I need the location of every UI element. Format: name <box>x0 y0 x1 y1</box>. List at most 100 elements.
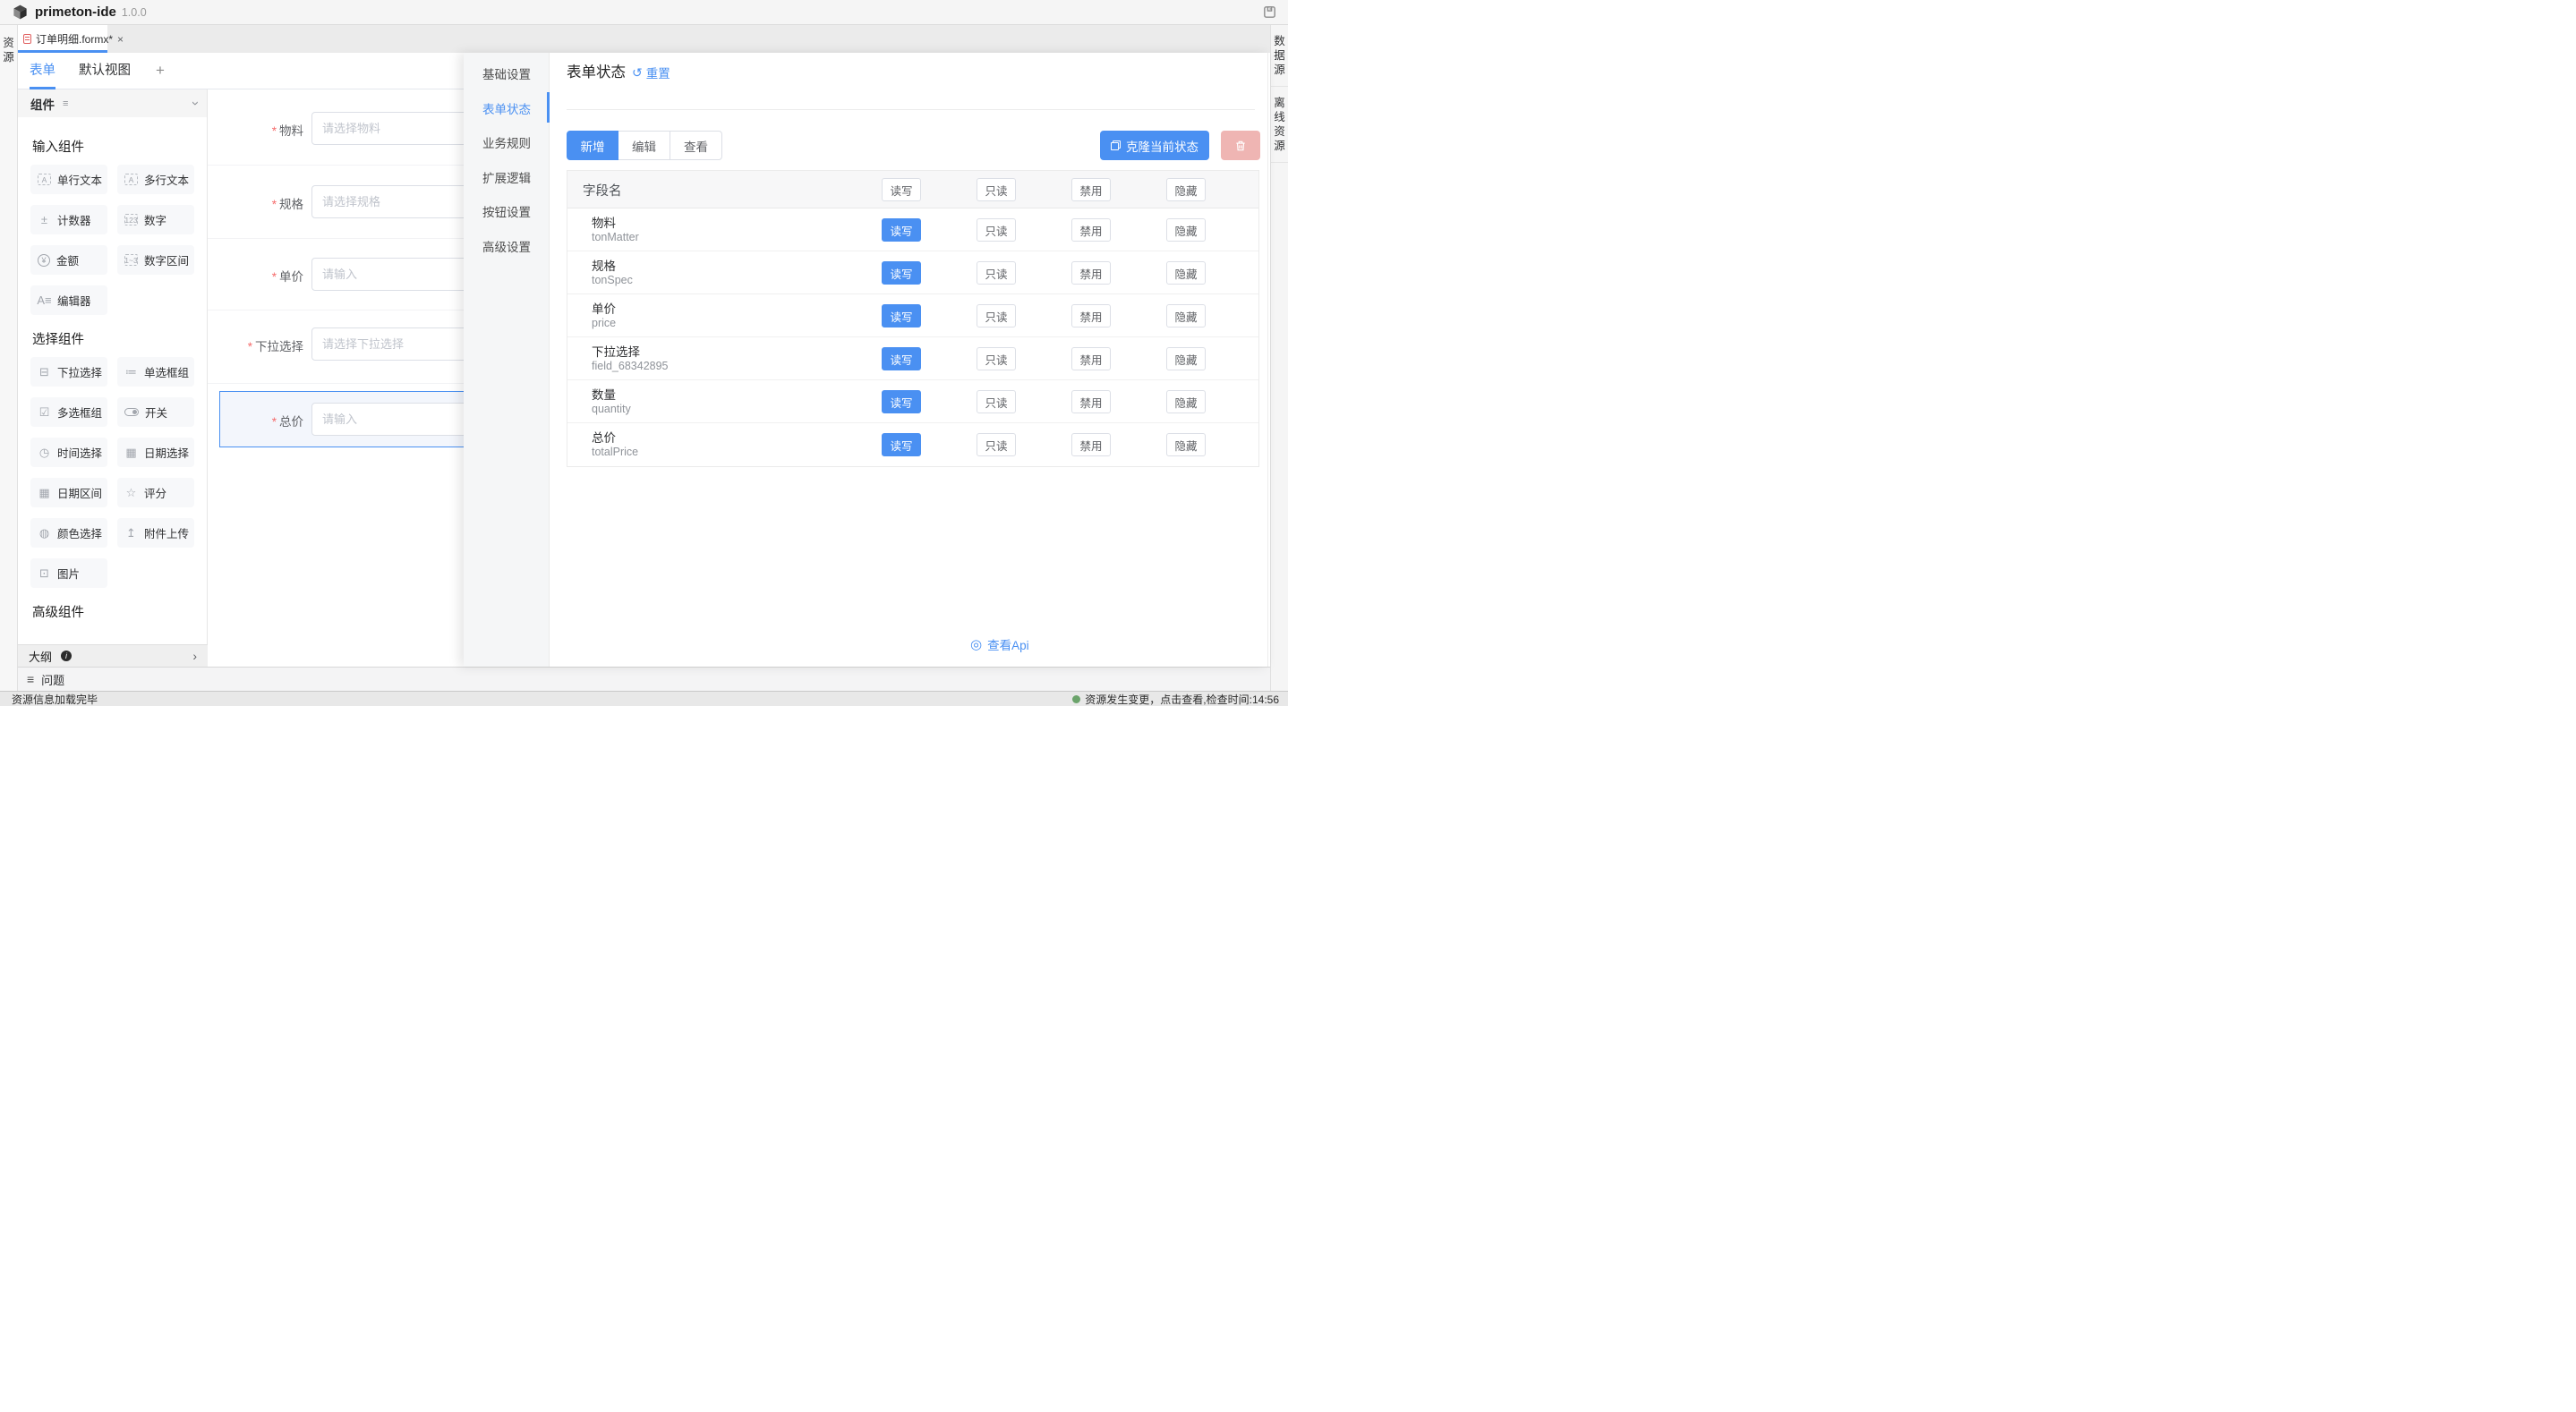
panel-menu-icon[interactable]: ≡ <box>63 98 68 109</box>
resource-change-notice[interactable]: 资源发生变更，点击查看,检查时间:14:56 <box>1072 692 1279 707</box>
header-state-option-只读[interactable]: 只读 <box>977 178 1016 201</box>
component-item-label: 图片 <box>57 565 80 582</box>
mode-tab-编辑[interactable]: 编辑 <box>618 131 670 160</box>
state-option-隐藏-tonSpec[interactable]: 隐藏 <box>1166 261 1206 285</box>
component-item-number-range[interactable]: 1~3数字区间 <box>117 245 194 275</box>
components-panel: 组件 ≡ › 输入组件A单行文本A多行文本±计数器123数字¥金额1~3数字区间… <box>18 89 208 644</box>
header-state-option-禁用[interactable]: 禁用 <box>1071 178 1111 201</box>
component-item-date-picker[interactable]: ▦日期选择 <box>117 438 194 467</box>
state-option-禁用-quantity[interactable]: 禁用 <box>1071 390 1111 413</box>
component-item-checkbox-group[interactable]: ☑多选框组 <box>30 397 107 427</box>
field-code: quantity <box>592 403 631 415</box>
canvas-field-label: *单价 <box>208 267 303 285</box>
canvas-field-input-3[interactable] <box>311 258 464 291</box>
state-option-读写-totalPrice[interactable]: 读写 <box>882 433 921 456</box>
image-icon: ⊡ <box>38 566 51 581</box>
state-option-读写-field_68342895[interactable]: 读写 <box>882 347 921 370</box>
state-option-只读-totalPrice[interactable]: 只读 <box>977 433 1016 456</box>
required-mark: * <box>272 198 277 211</box>
state-option-读写-tonMatter[interactable]: 读写 <box>882 218 921 242</box>
state-option-读写-price[interactable]: 读写 <box>882 304 921 327</box>
canvas-field-input-5[interactable] <box>311 403 464 436</box>
field-code: tonSpec <box>592 274 633 286</box>
clone-current-state-button[interactable]: 克隆当前状态 <box>1100 131 1209 160</box>
view-api-link[interactable]: ◎ 查看Api <box>970 635 1029 653</box>
outline-bar[interactable]: 大纲 i › <box>18 644 208 667</box>
table-row-totalPrice: 总价totalPrice读写只读禁用隐藏 <box>567 423 1258 466</box>
drawer-nav-item-扩展逻辑[interactable]: 扩展逻辑 <box>464 168 550 186</box>
component-item-multi-line-text[interactable]: A多行文本 <box>117 165 194 194</box>
required-mark: * <box>248 340 252 353</box>
chevron-down-icon[interactable]: › <box>188 101 203 106</box>
component-item-dropdown-select[interactable]: ⊟下拉选择 <box>30 357 107 387</box>
state-option-只读-tonSpec[interactable]: 只读 <box>977 261 1016 285</box>
state-option-只读-price[interactable]: 只读 <box>977 304 1016 327</box>
right-strip-item[interactable]: 离线资源 <box>1271 87 1288 163</box>
component-item-single-line-text[interactable]: A单行文本 <box>30 165 107 194</box>
canvas-field-input-1[interactable] <box>311 112 464 145</box>
number-icon: 123 <box>124 214 138 225</box>
table-header-row: 字段名读写只读禁用隐藏 <box>567 171 1258 208</box>
component-item-rate[interactable]: ☆评分 <box>117 478 194 507</box>
component-item-label: 计数器 <box>57 211 91 228</box>
state-option-隐藏-field_68342895[interactable]: 隐藏 <box>1166 347 1206 370</box>
field-state-table: 字段名读写只读禁用隐藏物料tonMatter读写只读禁用隐藏规格tonSpec读… <box>567 170 1259 467</box>
info-icon: i <box>61 651 72 661</box>
file-tab[interactable]: 订单明细.formx* × <box>18 25 107 53</box>
state-option-禁用-tonMatter[interactable]: 禁用 <box>1071 218 1111 242</box>
state-option-隐藏-totalPrice[interactable]: 隐藏 <box>1166 433 1206 456</box>
clone-icon <box>1111 140 1121 150</box>
state-option-隐藏-quantity[interactable]: 隐藏 <box>1166 390 1206 413</box>
table-row-tonSpec: 规格tonSpec读写只读禁用隐藏 <box>567 251 1258 294</box>
header-state-option-隐藏[interactable]: 隐藏 <box>1166 178 1206 201</box>
view-tab-表单[interactable]: 表单 <box>30 53 55 89</box>
state-option-读写-quantity[interactable]: 读写 <box>882 390 921 413</box>
canvas-field-input-2[interactable] <box>311 185 464 218</box>
right-strip-item[interactable]: 数据源 <box>1271 25 1288 87</box>
view-tab-默认视图[interactable]: 默认视图 <box>79 53 131 89</box>
state-option-禁用-field_68342895[interactable]: 禁用 <box>1071 347 1111 370</box>
scrollbar-track[interactable] <box>1267 53 1268 667</box>
state-option-禁用-price[interactable]: 禁用 <box>1071 304 1111 327</box>
state-option-隐藏-tonMatter[interactable]: 隐藏 <box>1166 218 1206 242</box>
component-item-switch[interactable]: 开关 <box>117 397 194 427</box>
component-item-counter[interactable]: ±计数器 <box>30 205 107 234</box>
drawer-nav-item-表单状态[interactable]: 表单状态 <box>464 99 550 117</box>
state-option-隐藏-price[interactable]: 隐藏 <box>1166 304 1206 327</box>
table-row-tonMatter: 物料tonMatter读写只读禁用隐藏 <box>567 208 1258 251</box>
single-line-text-icon: A <box>38 174 51 185</box>
component-item-number[interactable]: 123数字 <box>117 205 194 234</box>
drawer-nav-item-基础设置[interactable]: 基础设置 <box>464 64 550 82</box>
header-state-option-读写[interactable]: 读写 <box>882 178 921 201</box>
reset-button[interactable]: ↺ 重置 <box>632 64 670 81</box>
drawer-nav-item-高级设置[interactable]: 高级设置 <box>464 237 550 255</box>
state-option-只读-tonMatter[interactable]: 只读 <box>977 218 1016 242</box>
close-tab-icon[interactable]: × <box>117 33 124 46</box>
field-code: field_68342895 <box>592 360 669 372</box>
component-item-time-picker[interactable]: ◷时间选择 <box>30 438 107 467</box>
component-item-color-picker[interactable]: ◍颜色选择 <box>30 518 107 548</box>
delete-state-button[interactable] <box>1221 131 1260 160</box>
component-item-image[interactable]: ⊡ 图片 <box>30 558 107 588</box>
problems-bar[interactable]: ≡ 问题 <box>18 667 1270 691</box>
mode-tab-查看[interactable]: 查看 <box>670 131 722 160</box>
component-item-radio-group[interactable]: ≔单选框组 <box>117 357 194 387</box>
required-mark: * <box>272 270 277 284</box>
add-view-button[interactable]: + <box>156 62 165 80</box>
drawer-nav-item-按钮设置[interactable]: 按钮设置 <box>464 202 550 220</box>
component-item-currency[interactable]: ¥金额 <box>30 245 107 275</box>
resources-strip-item[interactable]: 资源 <box>0 25 17 73</box>
canvas-field-input-4[interactable] <box>311 327 464 361</box>
state-option-禁用-totalPrice[interactable]: 禁用 <box>1071 433 1111 456</box>
state-option-禁用-tonSpec[interactable]: 禁用 <box>1071 261 1111 285</box>
drawer-nav-item-业务规则[interactable]: 业务规则 <box>464 133 550 151</box>
state-option-只读-field_68342895[interactable]: 只读 <box>977 347 1016 370</box>
component-item-editor[interactable]: A≡编辑器 <box>30 285 107 315</box>
component-item-upload[interactable]: ↥附件上传 <box>117 518 194 548</box>
required-mark: * <box>272 124 277 138</box>
state-option-只读-quantity[interactable]: 只读 <box>977 390 1016 413</box>
save-icon[interactable] <box>1262 4 1277 20</box>
component-item-date-range[interactable]: ▦日期区间 <box>30 478 107 507</box>
state-option-读写-tonSpec[interactable]: 读写 <box>882 261 921 285</box>
mode-tab-新增[interactable]: 新增 <box>567 131 618 160</box>
